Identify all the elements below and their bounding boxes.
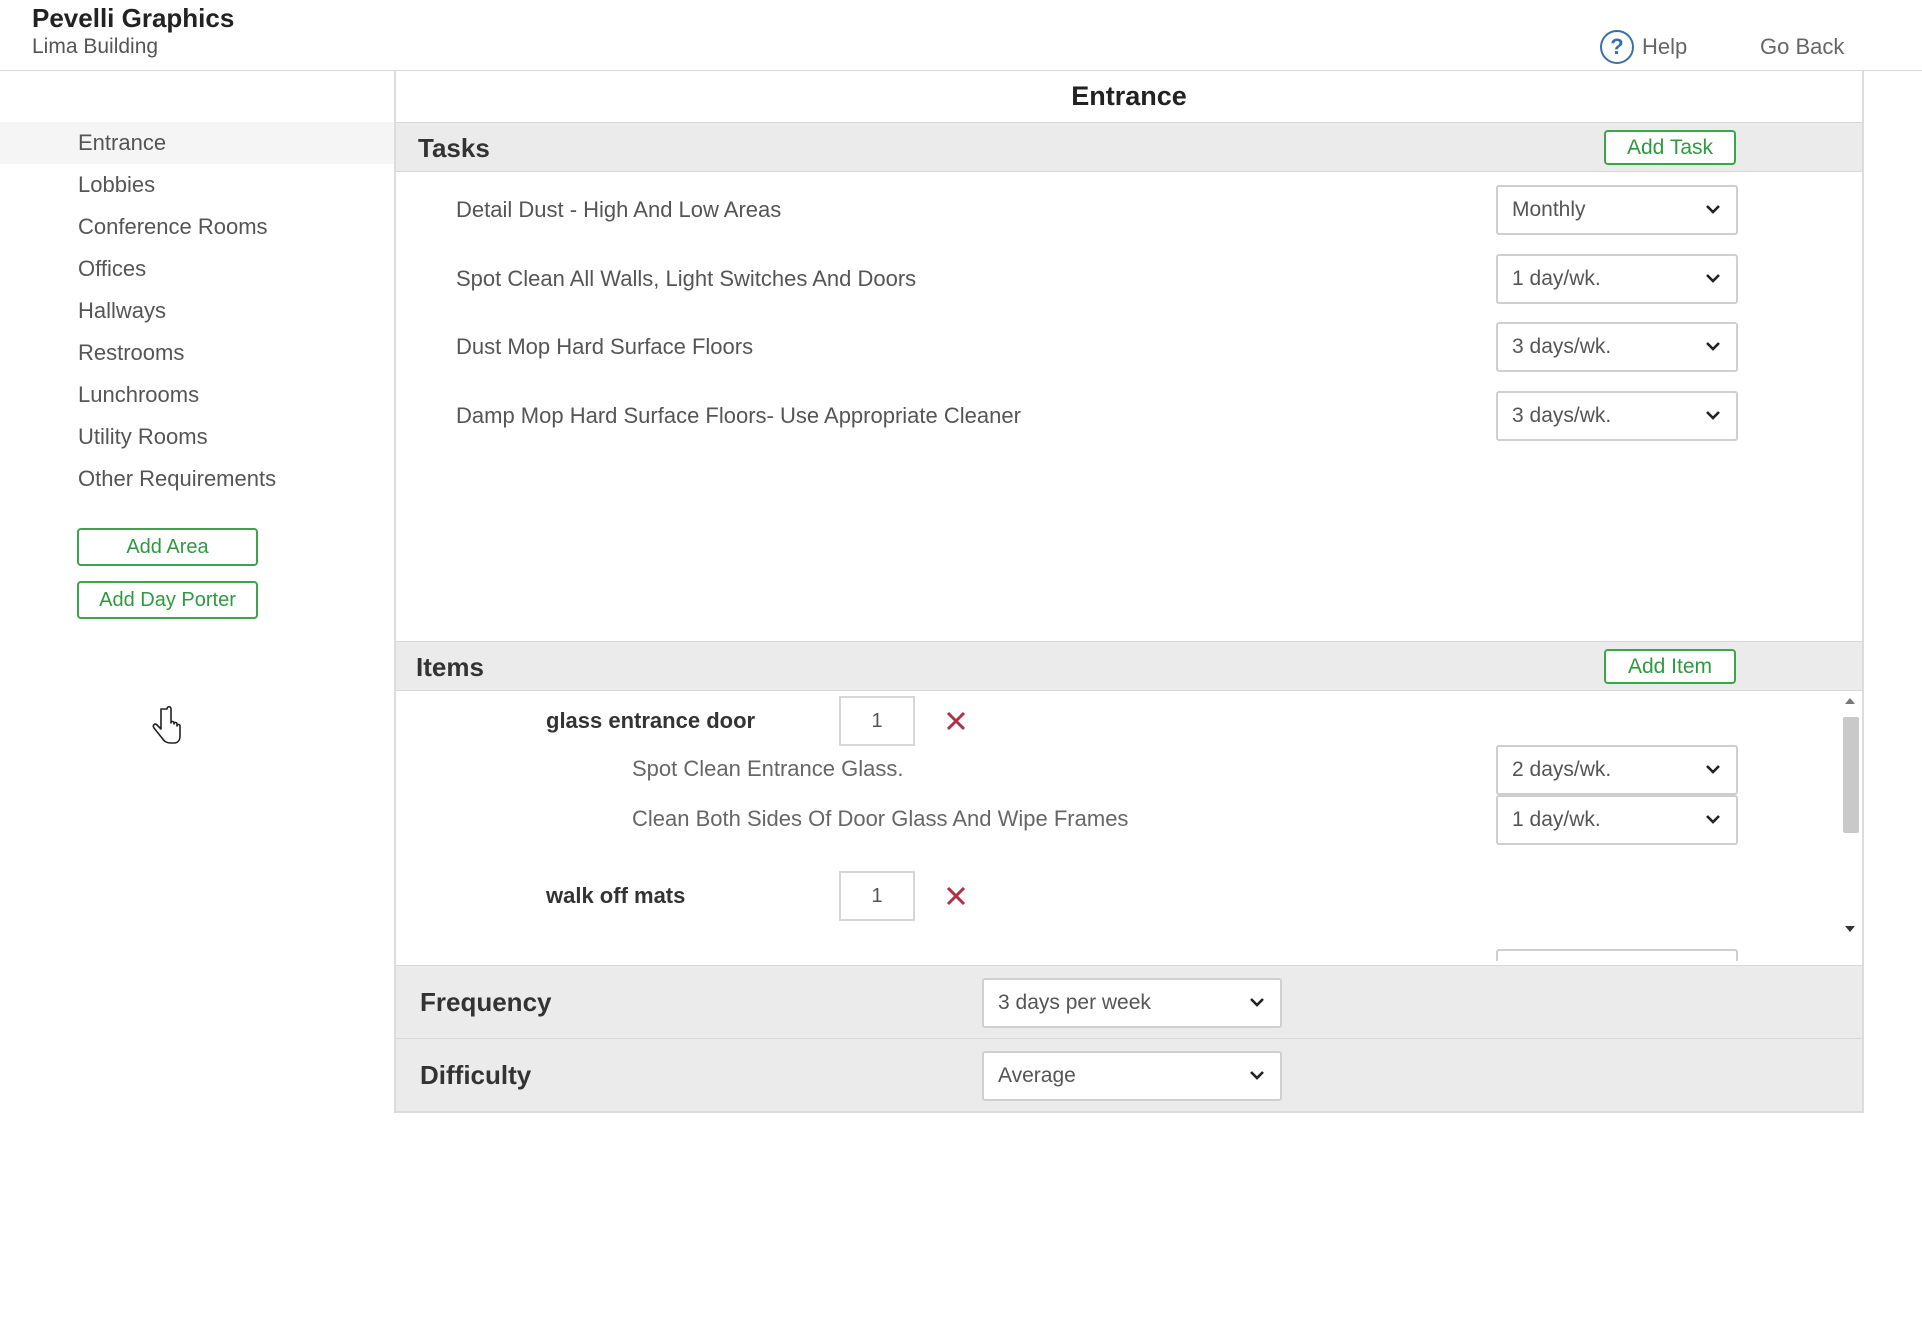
task-label: Spot Clean All Walls, Light Switches And… [456, 266, 917, 291]
sidebar-item-entrance[interactable]: Entrance [0, 122, 394, 164]
select-value: 3 days/wk. [1512, 404, 1612, 427]
scrollbar-thumb[interactable] [1843, 717, 1859, 833]
task-row: Detail Dust - High And Low Areas Monthly [396, 185, 1862, 235]
task-label: Dust Mop Hard Surface Floors [456, 334, 754, 359]
chevron-down-icon [1706, 765, 1720, 774]
help-label: Help [1642, 34, 1688, 59]
tasks-title: Tasks [418, 133, 490, 163]
frequency-label: Frequency [420, 987, 552, 1017]
chevron-down-icon [1706, 815, 1720, 824]
company-name: Pevelli Graphics [32, 3, 235, 33]
items-header: Items Add Item [396, 641, 1862, 691]
item-task-frequency-select[interactable] [1496, 949, 1738, 961]
tasks-header: Tasks Add Task [396, 122, 1862, 172]
chevron-down-icon [1250, 998, 1264, 1007]
select-value: 3 days/wk. [1512, 335, 1612, 358]
frequency-row: Frequency 3 days per week [396, 965, 1862, 1038]
sidebar-item-offices[interactable]: Offices [0, 248, 394, 290]
remove-item-icon[interactable] [942, 707, 970, 735]
question-circle-icon: ? [1600, 30, 1634, 64]
chevron-down-icon [1706, 411, 1720, 420]
go-back-link[interactable]: Go Back [1760, 34, 1844, 60]
items-scrollbar[interactable] [1838, 691, 1862, 961]
sidebar-item-conference-rooms[interactable]: Conference Rooms [0, 206, 394, 248]
task-row: Dust Mop Hard Surface Floors 3 days/wk. [396, 322, 1862, 372]
task-frequency-select[interactable]: 3 days/wk. [1496, 322, 1738, 372]
building-name: Lima Building [32, 35, 159, 58]
sidebar-item-restrooms[interactable]: Restrooms [0, 332, 394, 374]
item-task-label: Spot Clean Entrance Glass. [632, 756, 904, 781]
scroll-up-icon[interactable] [1842, 693, 1858, 709]
select-value: Monthly [1512, 198, 1586, 221]
item-task-label: Clean Both Sides Of Door Glass And Wipe … [632, 806, 1129, 831]
chevron-down-icon [1706, 274, 1720, 283]
item-name: glass entrance door [546, 708, 756, 733]
select-value: 1 day/wk. [1512, 267, 1601, 290]
remove-item-icon[interactable] [942, 882, 970, 910]
item-quantity-input[interactable]: 1 [839, 871, 915, 921]
sidebar-item-utility-rooms[interactable]: Utility Rooms [0, 416, 394, 458]
add-task-button[interactable]: Add Task [1604, 130, 1736, 165]
add-area-button[interactable]: Add Area [77, 528, 258, 566]
difficulty-row: Difficulty Average [396, 1038, 1862, 1111]
area-detail-panel: Entrance Tasks Add Task Detail Dust - Hi… [394, 71, 1864, 1113]
add-item-button[interactable]: Add Item [1604, 649, 1736, 684]
page-title: Entrance [1071, 81, 1187, 111]
select-value: Average [998, 1064, 1076, 1087]
items-title: Items [416, 652, 484, 682]
task-label: Damp Mop Hard Surface Floors- Use Approp… [456, 403, 1021, 428]
add-day-porter-button[interactable]: Add Day Porter [77, 581, 258, 619]
item-task-frequency-select[interactable]: 2 days/wk. [1496, 745, 1738, 795]
area-sidebar: Entrance Lobbies Conference Rooms Office… [0, 122, 394, 500]
task-frequency-select[interactable]: Monthly [1496, 185, 1738, 235]
select-value: 2 days/wk. [1512, 758, 1612, 781]
app-header: Pevelli Graphics Lima Building ? Help Go… [0, 0, 1922, 71]
item-task-frequency-select[interactable]: 1 day/wk. [1496, 795, 1738, 845]
items-scroll-area[interactable]: glass entrance door 1 Spot Clean Entranc… [396, 691, 1862, 961]
sidebar-item-lunchrooms[interactable]: Lunchrooms [0, 374, 394, 416]
task-frequency-select[interactable]: 3 days/wk. [1496, 391, 1738, 441]
task-row: Spot Clean All Walls, Light Switches And… [396, 254, 1862, 304]
item-name: walk off mats [546, 883, 686, 908]
frequency-select[interactable]: 3 days per week [982, 978, 1282, 1028]
task-label: Detail Dust - High And Low Areas [456, 197, 782, 222]
scroll-down-icon[interactable] [1842, 921, 1858, 937]
item-quantity-input[interactable]: 1 [839, 696, 915, 746]
difficulty-select[interactable]: Average [982, 1051, 1282, 1101]
select-value: 3 days per week [998, 991, 1151, 1014]
hand-pointer-icon [152, 706, 181, 744]
select-value: 1 day/wk. [1512, 808, 1601, 831]
help-link[interactable]: ? Help [1600, 30, 1687, 64]
sidebar-item-lobbies[interactable]: Lobbies [0, 164, 394, 206]
chevron-down-icon [1706, 342, 1720, 351]
chevron-down-icon [1706, 205, 1720, 214]
task-frequency-select[interactable]: 1 day/wk. [1496, 254, 1738, 304]
sidebar-item-other-requirements[interactable]: Other Requirements [0, 458, 394, 500]
difficulty-label: Difficulty [420, 1060, 532, 1090]
chevron-down-icon [1250, 1071, 1264, 1080]
sidebar-item-hallways[interactable]: Hallways [0, 290, 394, 332]
task-row: Damp Mop Hard Surface Floors- Use Approp… [396, 391, 1862, 441]
